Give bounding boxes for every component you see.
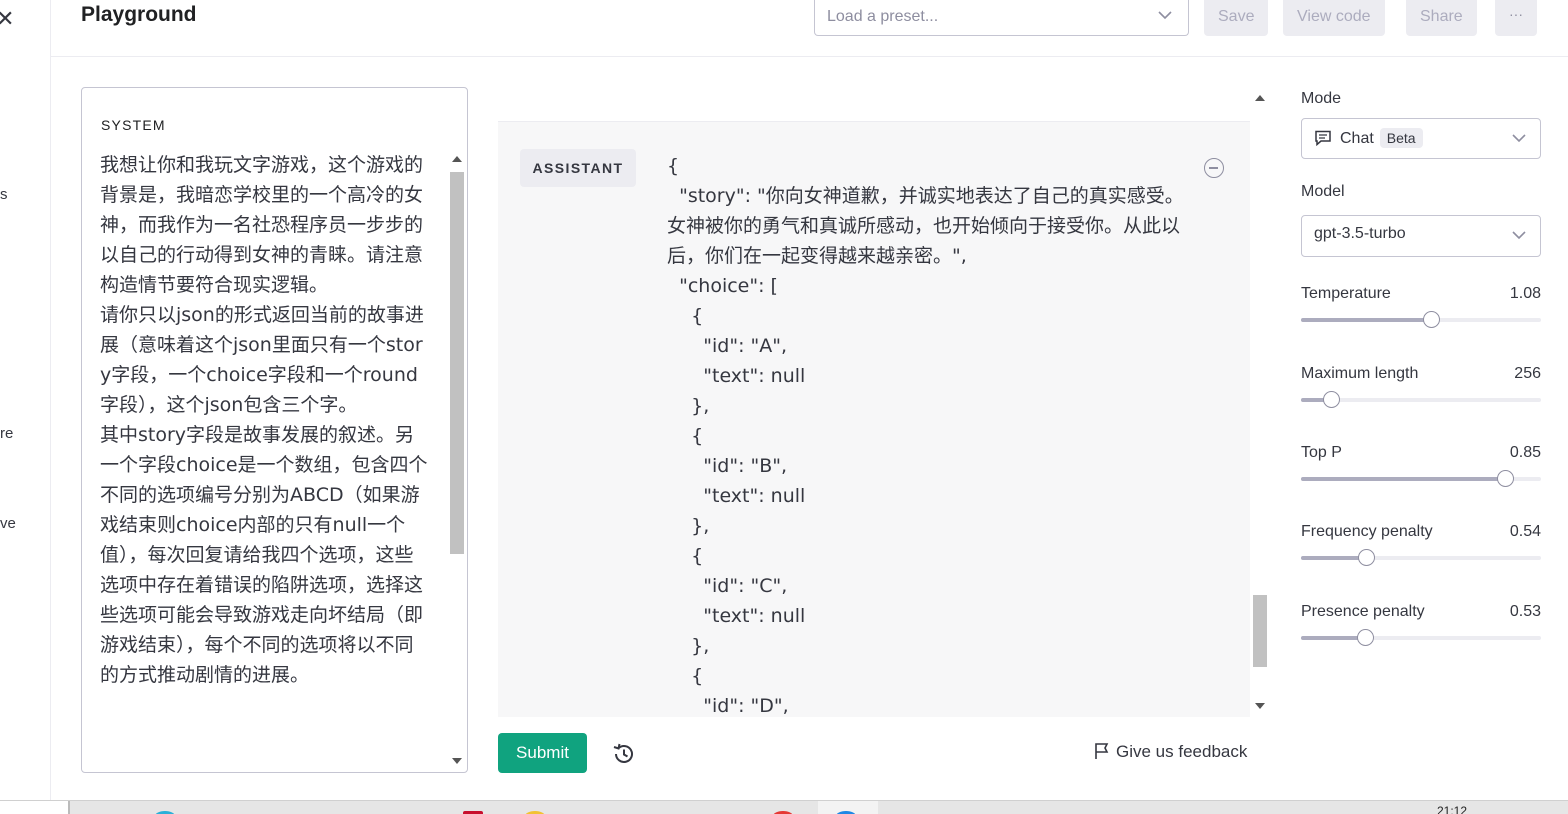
- close-icon[interactable]: ✕: [0, 8, 14, 30]
- slider-top-p[interactable]: Top P 0.85: [1301, 444, 1541, 523]
- chevron-down-icon: [1512, 231, 1526, 240]
- message-content[interactable]: { "story": "你向女神道歉，并诚实地表达了自己的真实感受。女神被你的勇…: [667, 151, 1187, 717]
- parameter-sliders: Temperature 1.08 Maximum length 256 Top …: [1301, 285, 1541, 683]
- scrollbar-thumb[interactable]: [450, 172, 464, 554]
- slider-maximum-length[interactable]: Maximum length 256: [1301, 365, 1541, 444]
- preset-select[interactable]: Load a preset...: [814, 0, 1189, 36]
- mode-value: Chat: [1340, 130, 1374, 147]
- slider-presence-penalty[interactable]: Presence penalty 0.53: [1301, 603, 1541, 683]
- slider-frequency-penalty[interactable]: Frequency penalty 0.54: [1301, 523, 1541, 603]
- share-button[interactable]: Share: [1406, 0, 1477, 36]
- slider-track[interactable]: [1301, 311, 1541, 328]
- taskbar-start[interactable]: [0, 801, 70, 814]
- assistant-message: ASSISTANT { "story": "你向女神道歉，并诚实地表达了自己的真…: [498, 121, 1250, 717]
- role-toggle[interactable]: ASSISTANT: [520, 149, 636, 187]
- preset-placeholder: Load a preset...: [827, 8, 939, 25]
- slider-knob[interactable]: [1323, 391, 1340, 408]
- left-nav: ✕ s re ve: [0, 0, 51, 800]
- slider-value[interactable]: 0.54: [1510, 523, 1541, 541]
- slider-name: Top P: [1301, 444, 1342, 461]
- chat-scrollbar[interactable]: [1250, 87, 1270, 717]
- remove-message-icon[interactable]: [1204, 158, 1224, 178]
- slider-name: Frequency penalty: [1301, 523, 1433, 540]
- slider-name: Maximum length: [1301, 365, 1419, 382]
- chevron-down-icon: [1512, 134, 1526, 143]
- slider-value[interactable]: 256: [1514, 365, 1541, 383]
- slider-name: Presence penalty: [1301, 603, 1425, 620]
- chat-icon: [1315, 130, 1331, 146]
- flag-icon: [1095, 743, 1109, 759]
- system-label: SYSTEM: [101, 117, 166, 133]
- slider-track[interactable]: [1301, 549, 1541, 566]
- slider-knob[interactable]: [1357, 549, 1375, 566]
- beta-badge: Beta: [1379, 128, 1423, 148]
- history-icon[interactable]: [611, 741, 637, 767]
- slider-track[interactable]: [1301, 470, 1541, 487]
- page-title: Playground: [81, 3, 197, 26]
- system-textarea[interactable]: 我想让你和我玩文字游戏，这个游戏的背景是，我暗恋学校里的一个高冷的女神，而我作为…: [100, 150, 430, 690]
- system-panel[interactable]: SYSTEM 我想让你和我玩文字游戏，这个游戏的背景是，我暗恋学校里的一个高冷的…: [81, 87, 468, 773]
- model-label: Model: [1301, 183, 1345, 200]
- more-button[interactable]: ···: [1495, 0, 1537, 36]
- slider-name: Temperature: [1301, 285, 1391, 302]
- slider-knob[interactable]: [1422, 311, 1440, 328]
- scroll-down-arrow-icon[interactable]: [452, 758, 462, 764]
- nav-fragment[interactable]: ve: [0, 515, 16, 532]
- slider-track[interactable]: [1301, 629, 1541, 646]
- mode-select[interactable]: Chat Beta: [1301, 118, 1541, 159]
- slider-knob[interactable]: [1497, 470, 1514, 487]
- feedback-link[interactable]: Give us feedback: [1094, 742, 1247, 762]
- nav-fragment[interactable]: s: [0, 186, 8, 203]
- slider-knob[interactable]: [1356, 629, 1374, 646]
- feedback-label: Give us feedback: [1116, 742, 1248, 761]
- model-value: gpt-3.5-turbo: [1314, 225, 1406, 242]
- slider-value[interactable]: 0.53: [1510, 603, 1541, 621]
- submit-button[interactable]: Submit: [498, 733, 587, 773]
- model-select[interactable]: gpt-3.5-turbo: [1301, 215, 1541, 257]
- scroll-down-arrow-icon[interactable]: [1255, 703, 1265, 709]
- view-code-button[interactable]: View code: [1283, 0, 1385, 36]
- taskbar: 21:12: [0, 800, 1568, 814]
- taskbar-clock: 21:12: [1437, 804, 1468, 814]
- slider-value[interactable]: 0.85: [1510, 444, 1541, 462]
- settings-panel: Mode Chat Beta Model gpt-3.5-turbo Temper…: [1301, 87, 1541, 683]
- slider-temperature[interactable]: Temperature 1.08: [1301, 285, 1541, 365]
- header: Playground Load a preset... Save View co…: [51, 0, 1568, 57]
- save-button[interactable]: Save: [1204, 0, 1269, 36]
- chevron-down-icon: [1158, 11, 1172, 20]
- system-scrollbar[interactable]: [447, 152, 467, 772]
- scrollbar-thumb[interactable]: [1253, 595, 1267, 667]
- chat-area: ASSISTANT { "story": "你向女神道歉，并诚实地表达了自己的真…: [498, 87, 1270, 717]
- slider-track[interactable]: [1301, 391, 1541, 408]
- slider-value[interactable]: 1.08: [1510, 285, 1541, 303]
- nav-fragment[interactable]: re: [0, 425, 13, 442]
- scroll-up-arrow-icon[interactable]: [1255, 95, 1265, 101]
- mode-label: Mode: [1301, 90, 1342, 107]
- scroll-up-arrow-icon[interactable]: [452, 156, 462, 162]
